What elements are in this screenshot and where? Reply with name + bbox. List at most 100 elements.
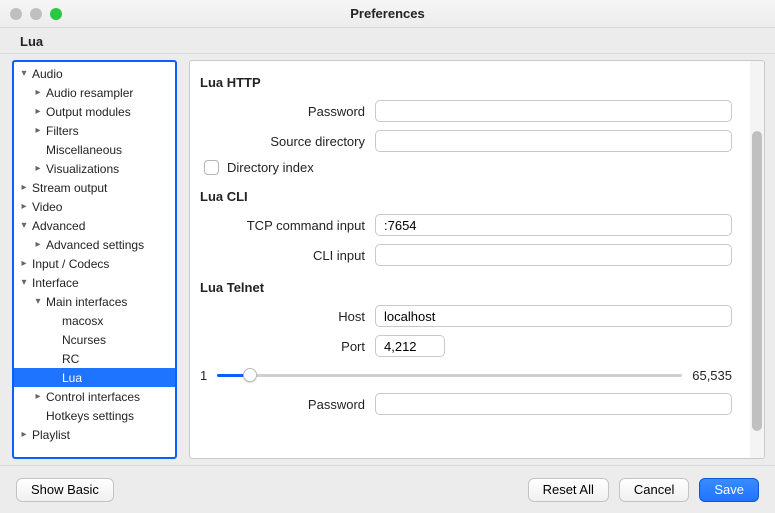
row-telnet-password: Password bbox=[200, 393, 732, 415]
label-cli-tcp: TCP command input bbox=[200, 218, 365, 233]
tree-item-interface[interactable]: ▾Interface bbox=[14, 273, 175, 292]
checkbox-http-dirindex[interactable] bbox=[204, 160, 219, 175]
label-telnet-port: Port bbox=[200, 339, 365, 354]
disclosure-right-icon[interactable]: ▸ bbox=[32, 391, 44, 402]
disclosure-right-icon[interactable]: ▸ bbox=[32, 87, 44, 98]
row-telnet-host: Host bbox=[200, 305, 732, 327]
tree-item-label: Advanced settings bbox=[46, 238, 144, 252]
tree-item-stream-output[interactable]: ▸Stream output bbox=[14, 178, 175, 197]
tree-item-label: Visualizations bbox=[46, 162, 119, 176]
tree-item-macosx[interactable]: macosx bbox=[14, 311, 175, 330]
section-header: Lua bbox=[0, 28, 775, 54]
row-telnet-port-slider: 1 65,535 bbox=[200, 365, 732, 385]
traffic-lights bbox=[10, 8, 62, 20]
tree-item-label: Advanced bbox=[32, 219, 85, 233]
tree-item-label: Hotkeys settings bbox=[46, 409, 134, 423]
reset-all-button[interactable]: Reset All bbox=[528, 478, 609, 502]
tree-item-lua[interactable]: Lua bbox=[14, 368, 175, 387]
tree-item-input-codecs[interactable]: ▸Input / Codecs bbox=[14, 254, 175, 273]
content-scrollbar[interactable] bbox=[750, 61, 764, 458]
tree-item-filters[interactable]: ▸Filters bbox=[14, 121, 175, 140]
tree-item-ncurses[interactable]: Ncurses bbox=[14, 330, 175, 349]
body: ▾Audio▸Audio resampler▸Output modules▸Fi… bbox=[0, 54, 775, 465]
row-cli-tcp: TCP command input bbox=[200, 214, 732, 236]
slider-max: 65,535 bbox=[692, 368, 732, 383]
disclosure-right-icon[interactable]: ▸ bbox=[32, 239, 44, 250]
window-title: Preferences bbox=[0, 6, 775, 21]
tree-item-label: Miscellaneous bbox=[46, 143, 122, 157]
disclosure-down-icon[interactable]: ▾ bbox=[18, 277, 30, 288]
disclosure-down-icon[interactable]: ▾ bbox=[32, 296, 44, 307]
tree-item-advanced-settings[interactable]: ▸Advanced settings bbox=[14, 235, 175, 254]
disclosure-right-icon[interactable]: ▸ bbox=[18, 429, 30, 440]
tree-item-control-interfaces[interactable]: ▸Control interfaces bbox=[14, 387, 175, 406]
section-title: Lua bbox=[20, 34, 43, 49]
tree-item-audio[interactable]: ▾Audio bbox=[14, 64, 175, 83]
tree-item-label: Main interfaces bbox=[46, 295, 127, 309]
row-telnet-port: Port bbox=[200, 335, 732, 357]
minimize-window-button[interactable] bbox=[30, 8, 42, 20]
slider-min: 1 bbox=[200, 368, 207, 383]
footer: Show Basic Reset All Cancel Save bbox=[0, 465, 775, 513]
input-telnet-password[interactable] bbox=[375, 393, 732, 415]
slider-track bbox=[217, 374, 682, 377]
group-title-lua-telnet: Lua Telnet bbox=[200, 280, 732, 295]
group-title-lua-http: Lua HTTP bbox=[200, 75, 732, 90]
label-http-srcdir: Source directory bbox=[200, 134, 365, 149]
disclosure-right-icon[interactable]: ▸ bbox=[32, 106, 44, 117]
disclosure-right-icon[interactable]: ▸ bbox=[32, 163, 44, 174]
disclosure-right-icon[interactable]: ▸ bbox=[18, 182, 30, 193]
tree-item-playlist[interactable]: ▸Playlist bbox=[14, 425, 175, 444]
tree-item-output-modules[interactable]: ▸Output modules bbox=[14, 102, 175, 121]
tree-item-label: Output modules bbox=[46, 105, 131, 119]
disclosure-down-icon[interactable]: ▾ bbox=[18, 68, 30, 79]
input-telnet-port[interactable] bbox=[375, 335, 445, 357]
tree-item-video[interactable]: ▸Video bbox=[14, 197, 175, 216]
disclosure-down-icon[interactable]: ▾ bbox=[18, 220, 30, 231]
disclosure-right-icon[interactable]: ▸ bbox=[18, 201, 30, 212]
row-http-password: Password bbox=[200, 100, 732, 122]
row-http-srcdir: Source directory bbox=[200, 130, 732, 152]
content-panel: Lua HTTP Password Source directory Direc… bbox=[189, 60, 765, 459]
tree-item-hotkeys-settings[interactable]: Hotkeys settings bbox=[14, 406, 175, 425]
content: Lua HTTP Password Source directory Direc… bbox=[190, 61, 750, 458]
disclosure-right-icon[interactable]: ▸ bbox=[32, 125, 44, 136]
tree-item-label: Filters bbox=[46, 124, 79, 138]
tree-item-label: Audio bbox=[32, 67, 63, 81]
group-title-lua-cli: Lua CLI bbox=[200, 189, 732, 204]
tree-item-label: Stream output bbox=[32, 181, 107, 195]
slider-thumb[interactable] bbox=[243, 368, 257, 382]
slider-telnet-port[interactable] bbox=[217, 365, 682, 385]
label-http-dirindex: Directory index bbox=[227, 160, 314, 175]
close-window-button[interactable] bbox=[10, 8, 22, 20]
scrollbar-thumb[interactable] bbox=[752, 131, 762, 431]
tree-item-miscellaneous[interactable]: Miscellaneous bbox=[14, 140, 175, 159]
tree-item-label: Audio resampler bbox=[46, 86, 133, 100]
tree-item-rc[interactable]: RC bbox=[14, 349, 175, 368]
row-cli-input: CLI input bbox=[200, 244, 732, 266]
tree-item-visualizations[interactable]: ▸Visualizations bbox=[14, 159, 175, 178]
cancel-button[interactable]: Cancel bbox=[619, 478, 689, 502]
label-telnet-password: Password bbox=[200, 397, 365, 412]
input-telnet-host[interactable] bbox=[375, 305, 732, 327]
input-cli-input[interactable] bbox=[375, 244, 732, 266]
tree-item-label: Video bbox=[32, 200, 62, 214]
tree-item-label: RC bbox=[62, 352, 79, 366]
tree-item-main-interfaces[interactable]: ▾Main interfaces bbox=[14, 292, 175, 311]
row-http-dirindex: Directory index bbox=[204, 160, 732, 175]
tree-item-label: Input / Codecs bbox=[32, 257, 109, 271]
show-basic-button[interactable]: Show Basic bbox=[16, 478, 114, 502]
label-http-password: Password bbox=[200, 104, 365, 119]
tree-item-audio-resampler[interactable]: ▸Audio resampler bbox=[14, 83, 175, 102]
titlebar: Preferences bbox=[0, 0, 775, 28]
input-http-srcdir[interactable] bbox=[375, 130, 732, 152]
tree-item-advanced[interactable]: ▾Advanced bbox=[14, 216, 175, 235]
disclosure-right-icon[interactable]: ▸ bbox=[18, 258, 30, 269]
zoom-window-button[interactable] bbox=[50, 8, 62, 20]
input-http-password[interactable] bbox=[375, 100, 732, 122]
save-button[interactable]: Save bbox=[699, 478, 759, 502]
label-cli-input: CLI input bbox=[200, 248, 365, 263]
input-cli-tcp[interactable] bbox=[375, 214, 732, 236]
settings-tree[interactable]: ▾Audio▸Audio resampler▸Output modules▸Fi… bbox=[12, 60, 177, 459]
tree-item-label: Interface bbox=[32, 276, 79, 290]
